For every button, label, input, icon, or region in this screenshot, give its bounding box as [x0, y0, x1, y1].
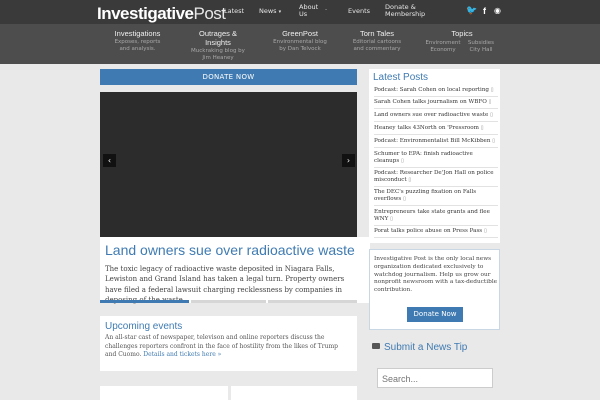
bottom-content-box: [231, 386, 357, 400]
section-title: Topics: [451, 29, 473, 38]
article-summary: The toxic legacy of radioactive waste de…: [105, 265, 345, 304]
post-link[interactable]: Land owners sue over radioactive waste ▯: [374, 112, 498, 122]
top-navigation-bar: InvestigativePost Latest News ▾ About Us…: [0, 0, 600, 24]
about-text: Investigative Post is the only local new…: [374, 256, 498, 294]
nav-news[interactable]: News ▾: [259, 8, 281, 16]
section-description: Environmental blog by Dan Telvock: [273, 39, 327, 52]
latest-posts-widget: Latest Posts Podcast: Sarah Cohen on loc…: [369, 69, 500, 243]
section-title: GreenPost: [282, 29, 318, 38]
document-icon: ▯: [490, 87, 494, 93]
post-link[interactable]: Schumer to EPA: finish radioactive clean…: [374, 151, 498, 168]
submit-news-tip-link[interactable]: Submit a News Tip: [372, 342, 467, 353]
section-title: Torn Tales: [359, 29, 395, 38]
document-icon: ▯: [390, 216, 393, 223]
events-title[interactable]: Upcoming events: [105, 321, 182, 332]
section-description: Muckraking blog by Jim Heaney: [191, 48, 245, 61]
section-title: Investigations: [114, 29, 161, 38]
section-description: Exposes, reports and analysis.: [114, 39, 161, 52]
post-link[interactable]: The DEC's puzzling fixation on Falls ove…: [374, 189, 498, 206]
search-box: [377, 368, 493, 388]
nav-separator: .: [325, 4, 328, 12]
featured-article: Land owners sue over radioactive waste T…: [100, 237, 370, 304]
document-icon: ▯: [492, 138, 495, 144]
bottom-content-box: [100, 386, 228, 400]
site-logo[interactable]: InvestigativePost: [97, 4, 226, 24]
section-greenpost[interactable]: GreenPost Environmental blog by Dan Telv…: [270, 29, 330, 52]
post-link[interactable]: Porat talks police abuse on Press Pass ▯: [374, 228, 498, 238]
section-topics[interactable]: Topics Environment Economy Subsidies Cit…: [425, 29, 499, 53]
document-icon: ▯: [488, 99, 492, 105]
nav-donate[interactable]: Donate & Membership: [385, 4, 425, 18]
document-icon: ▯: [403, 196, 406, 203]
slide-indicator[interactable]: [191, 300, 266, 303]
nav-news-label: News: [259, 7, 277, 15]
about-donate-box: Investigative Post is the only local new…: [369, 249, 500, 330]
latest-posts-title: Latest Posts: [373, 72, 429, 83]
camera-icon: [372, 343, 380, 349]
nav-about[interactable]: About Us: [299, 4, 318, 18]
topics-links-right[interactable]: Subsidies City Hall: [465, 40, 497, 53]
post-link[interactable]: Entrepreneurs take state grants and flee…: [374, 209, 498, 226]
section-torn-tales[interactable]: Torn Tales Editorial cartoons and commen…: [348, 29, 406, 52]
slide-indicator-active[interactable]: [100, 300, 189, 303]
slide-indicator[interactable]: [268, 300, 357, 303]
section-investigations[interactable]: Investigations Exposes, reports and anal…: [110, 29, 165, 52]
featured-slider-image: [100, 92, 357, 237]
donate-now-button[interactable]: Donate Now: [407, 307, 463, 322]
section-description: Editorial cartoons and commentary: [352, 39, 402, 52]
section-navigation: Investigations Exposes, reports and anal…: [0, 24, 600, 64]
post-link[interactable]: Podcast: Researcher De'Jon Hall on polic…: [374, 170, 498, 187]
rss-icon[interactable]: ◉: [494, 6, 501, 15]
donate-now-banner[interactable]: DONATE NOW: [100, 69, 357, 85]
article-headline[interactable]: Land owners sue over radioactive waste: [105, 242, 355, 258]
submit-news-tip-label: Submit a News Tip: [384, 342, 468, 353]
document-icon: ▯: [483, 228, 487, 234]
nav-latest[interactable]: Latest: [224, 8, 244, 15]
post-link[interactable]: Podcast: Sarah Cohen on local reporting …: [374, 87, 498, 97]
nav-events[interactable]: Events: [348, 8, 370, 15]
post-link[interactable]: Heaney talks 43North on 'Pressroom ▯: [374, 125, 498, 135]
document-icon: ▯: [490, 112, 493, 118]
facebook-icon[interactable]: f: [483, 6, 486, 16]
section-outrages-insights[interactable]: Outrages & Insights Muckraking blog by J…: [188, 29, 248, 61]
section-title: Outrages & Insights: [199, 29, 237, 47]
events-description: An all-star cast of newspaper, televison…: [105, 334, 351, 360]
post-link[interactable]: Podcast: Environmentalist Bill McKibben …: [374, 138, 498, 148]
document-icon: ▯: [480, 125, 484, 131]
search-input[interactable]: [382, 372, 490, 386]
twitter-icon[interactable]: 🐦: [466, 6, 477, 16]
upcoming-events-box: Upcoming events An all-star cast of news…: [100, 316, 357, 371]
topics-links-left[interactable]: Environment Economy: [425, 40, 461, 53]
post-link[interactable]: Sarah Cohen talks journalism on WBFO ▯: [374, 99, 498, 109]
document-icon: ▯: [408, 177, 412, 184]
chevron-down-icon: ▾: [278, 9, 282, 15]
slider-next-button[interactable]: ›: [342, 154, 355, 167]
events-details-link[interactable]: Details and tickets here »: [143, 351, 221, 358]
document-icon: ▯: [401, 158, 404, 165]
events-text: An all-star cast of newspaper, televison…: [105, 334, 338, 358]
slider-prev-button[interactable]: ‹: [103, 154, 116, 167]
